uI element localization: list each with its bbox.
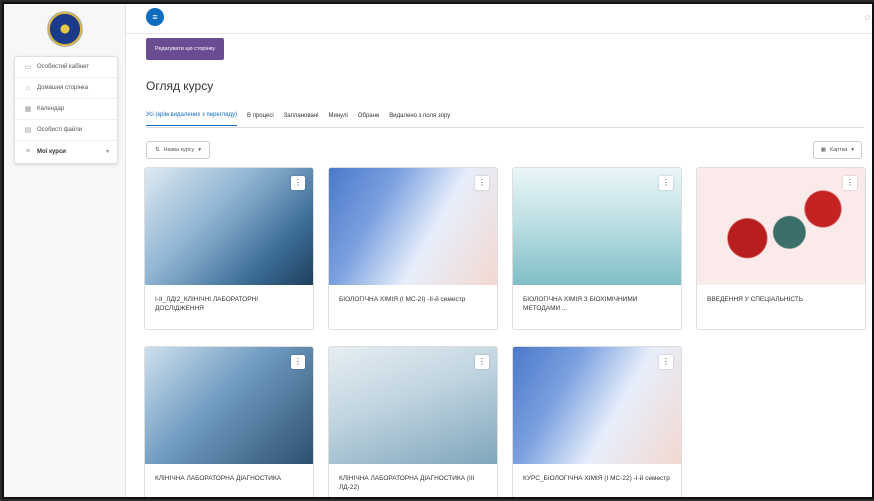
tab-in-progress[interactable]: В процесі bbox=[247, 106, 274, 126]
course-image[interactable] bbox=[329, 168, 497, 285]
sidebar-item-my-courses[interactable]: ≡ Мої курси ▾ bbox=[15, 141, 117, 162]
university-logo[interactable] bbox=[48, 12, 82, 46]
more-options-icon[interactable]: ⋮ bbox=[291, 355, 305, 369]
sidebar-item-label: Особистий кабінет bbox=[37, 64, 90, 70]
course-image[interactable] bbox=[697, 168, 865, 285]
course-title[interactable]: І-ІІ_ЛДІ2_КЛІНІЧНІ ЛАБОРАТОРНІ ДОСЛІДЖЕН… bbox=[155, 295, 303, 313]
menu-toggle-icon[interactable]: ≡ bbox=[146, 8, 164, 26]
more-options-icon[interactable]: ⋮ bbox=[291, 176, 305, 190]
course-title[interactable]: БІОЛОГІЧНА ХІМІЯ З БІОХІМІЧНИМИ МЕТОДАМИ… bbox=[523, 295, 671, 313]
course-card[interactable]: ⋮ БІОЛОГІЧНА ХІМІЯ (І МС-2І) -ІІ-й семес… bbox=[328, 167, 498, 330]
tab-hidden[interactable]: Видалено з поля зору bbox=[389, 106, 450, 126]
more-options-icon[interactable]: ⋮ bbox=[843, 176, 857, 190]
more-options-icon[interactable]: ⋮ bbox=[475, 355, 489, 369]
main-content: Редагувати цю сторінку Огляд курсу Усі (… bbox=[126, 34, 872, 497]
home-icon: ⌂ bbox=[25, 84, 31, 92]
tab-starred[interactable]: Обране bbox=[358, 106, 379, 126]
chevron-down-icon: ▾ bbox=[105, 149, 109, 155]
messages-icon[interactable]: ◌ bbox=[865, 12, 870, 22]
file-icon: ▤ bbox=[24, 127, 32, 134]
top-navbar: ≡ ◌ bbox=[126, 4, 872, 34]
course-title[interactable]: КЛІНІЧНА ЛАБОРАТОРНА ДІАГНОСТИКА bbox=[155, 474, 303, 483]
sidebar-item-home[interactable]: ⌂ Домашня сторінка bbox=[15, 78, 117, 99]
view-label: Картка bbox=[829, 147, 848, 153]
sort-icon: ⇅ bbox=[155, 147, 160, 153]
sidebar-nav: ▭ Особистий кабінет ⌂ Домашня сторінка ▦… bbox=[14, 56, 118, 164]
course-image[interactable] bbox=[145, 347, 313, 464]
more-options-icon[interactable]: ⋮ bbox=[475, 176, 489, 190]
tab-past[interactable]: Минулі bbox=[328, 106, 347, 126]
course-card[interactable]: ⋮ БІОЛОГІЧНА ХІМІЯ З БІОХІМІЧНИМИ МЕТОДА… bbox=[512, 167, 682, 330]
sidebar-item-label: Мої курси bbox=[37, 148, 66, 155]
dashboard-icon: ▭ bbox=[24, 64, 32, 71]
sidebar-item-label: Календар bbox=[37, 106, 65, 112]
course-image[interactable] bbox=[513, 168, 681, 285]
course-image[interactable] bbox=[145, 168, 313, 285]
course-filter-tabs: Усі (крім видалених з перегляду) В проце… bbox=[146, 104, 864, 128]
chevron-down-icon: ▾ bbox=[198, 147, 202, 153]
sort-dropdown[interactable]: ⇅ Назва курсу ▾ bbox=[146, 141, 211, 159]
course-card[interactable]: ⋮ КЛІНІЧНА ЛАБОРАТОРНА ДІАГНОСТИКА (ІІІ … bbox=[328, 346, 498, 497]
sidebar-item-label: Домашня сторінка bbox=[37, 85, 89, 91]
page-title: Огляд курсу bbox=[146, 79, 214, 93]
tab-all[interactable]: Усі (крім видалених з перегляду) bbox=[146, 105, 238, 126]
chevron-down-icon: ▾ bbox=[851, 147, 854, 153]
edit-page-button[interactable]: Редагувати цю сторінку bbox=[146, 38, 224, 60]
browser-frame: ▭ Особистий кабінет ⌂ Домашня сторінка ▦… bbox=[2, 2, 874, 499]
course-card[interactable]: ⋮ І-ІІ_ЛДІ2_КЛІНІЧНІ ЛАБОРАТОРНІ ДОСЛІДЖ… bbox=[144, 167, 314, 330]
tab-future[interactable]: Заплановані bbox=[284, 106, 319, 126]
sidebar-item-files[interactable]: ▤ Особисті файли bbox=[15, 120, 117, 141]
course-card[interactable]: ⋮ ВВЕДЕННЯ У СПЕЦІАЛЬНІСТЬ bbox=[696, 167, 866, 330]
course-image[interactable] bbox=[513, 347, 681, 464]
more-options-icon[interactable]: ⋮ bbox=[659, 355, 673, 369]
courses-icon: ≡ bbox=[25, 148, 31, 155]
sidebar: ▭ Особистий кабінет ⌂ Домашня сторінка ▦… bbox=[4, 4, 126, 497]
course-title[interactable]: КЛІНІЧНА ЛАБОРАТОРНА ДІАГНОСТИКА (ІІІ ЛД… bbox=[339, 474, 487, 492]
calendar-icon: ▦ bbox=[24, 106, 32, 113]
course-title[interactable]: БІОЛОГІЧНА ХІМІЯ (І МС-2І) -ІІ-й семестр bbox=[339, 295, 487, 304]
sidebar-item-calendar[interactable]: ▦ Календар bbox=[15, 99, 117, 120]
course-card[interactable]: ⋮ КЛІНІЧНА ЛАБОРАТОРНА ДІАГНОСТИКА bbox=[144, 346, 314, 497]
more-options-icon[interactable]: ⋮ bbox=[659, 176, 673, 190]
course-image[interactable] bbox=[329, 347, 497, 464]
course-title[interactable]: ВВЕДЕННЯ У СПЕЦІАЛЬНІСТЬ bbox=[707, 295, 855, 304]
grid-icon: ▦ bbox=[820, 147, 826, 153]
sort-label: Назва курсу bbox=[163, 147, 195, 153]
sidebar-item-dashboard[interactable]: ▭ Особистий кабінет bbox=[15, 57, 117, 78]
course-card[interactable]: ⋮ КУРС_БІОЛОГІЧНА ХІМІЯ (І МС-22) -І-й с… bbox=[512, 346, 682, 497]
view-mode-dropdown[interactable]: ▦ Картка ▾ bbox=[812, 141, 862, 159]
course-title[interactable]: КУРС_БІОЛОГІЧНА ХІМІЯ (І МС-22) -І-й сем… bbox=[523, 474, 671, 483]
sidebar-item-label: Особисті файли bbox=[37, 127, 83, 133]
